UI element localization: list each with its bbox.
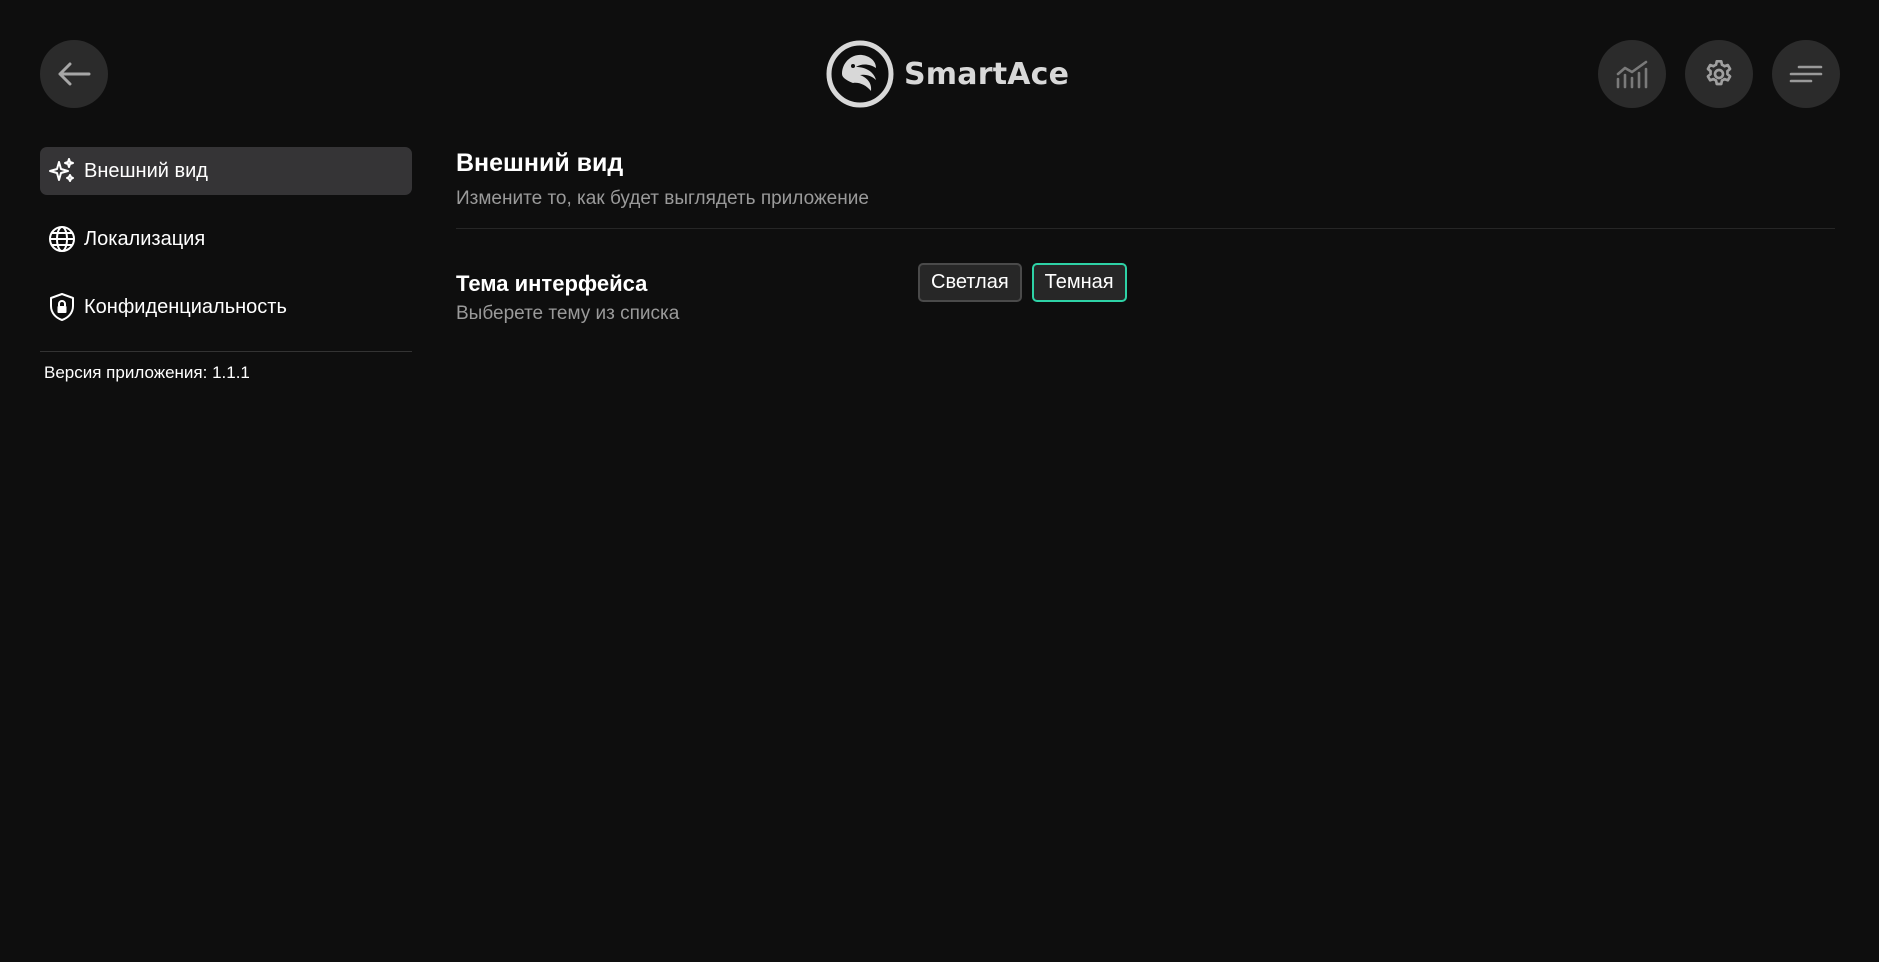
menu-lines-icon xyxy=(1789,65,1823,83)
theme-dark-button[interactable]: Темная xyxy=(1031,263,1127,302)
theme-setting: Тема интерфейса Выберете тему из списка … xyxy=(456,263,1835,331)
theme-light-button[interactable]: Светлая xyxy=(918,263,1022,302)
globe-icon xyxy=(44,221,80,257)
sidebar-item-localization[interactable]: Локализация xyxy=(40,215,412,263)
sidebar-item-label: Внешний вид xyxy=(84,159,208,182)
sidebar-item-label: Локализация xyxy=(84,227,206,250)
page-title: Внешний вид xyxy=(456,149,624,177)
content-divider xyxy=(456,228,1835,229)
menu-button[interactable] xyxy=(1772,40,1840,108)
sidebar-item-appearance[interactable]: Внешний вид xyxy=(40,147,412,195)
shield-lock-icon xyxy=(44,289,80,325)
arrow-left-icon xyxy=(58,62,91,86)
app-logo: SmartAce xyxy=(826,39,1069,109)
app-version: Версия приложения: 1.1.1 xyxy=(44,363,250,382)
theme-setting-title: Тема интерфейса xyxy=(456,271,648,296)
brand-name: SmartAce xyxy=(904,56,1070,92)
statistics-button[interactable] xyxy=(1598,40,1666,108)
theme-setting-description: Выберете тему из списка xyxy=(456,303,680,324)
back-button[interactable] xyxy=(40,40,108,108)
settings-content: Внешний вид Измените то, как будет выгля… xyxy=(456,147,1835,331)
chart-icon xyxy=(1616,60,1648,89)
sidebar-item-privacy[interactable]: Конфиденциальность xyxy=(40,283,412,331)
sparkles-icon xyxy=(44,153,80,189)
settings-button[interactable] xyxy=(1685,40,1753,108)
page-subtitle: Измените то, как будет выглядеть приложе… xyxy=(456,188,869,209)
sidebar-item-label: Конфиденциальность xyxy=(84,295,287,318)
theme-options: Светлая Темная xyxy=(918,263,1127,302)
settings-sidebar: Внешний вид Локализация Конфиденциальнос… xyxy=(40,147,412,383)
gear-icon xyxy=(1706,60,1732,86)
sidebar-divider xyxy=(40,351,412,352)
logo-emblem-icon xyxy=(826,40,894,108)
